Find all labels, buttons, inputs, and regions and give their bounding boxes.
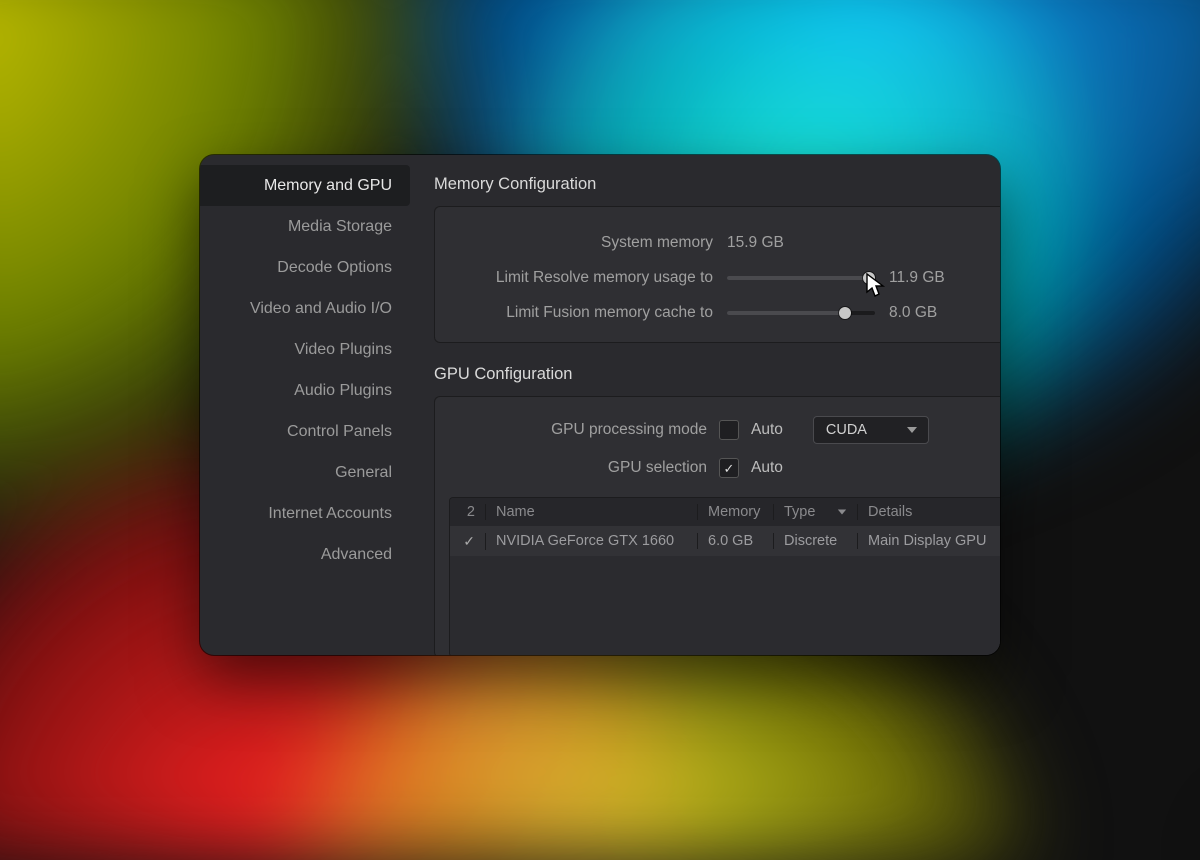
gpu-row-name: NVIDIA GeForce GTX 1660 xyxy=(486,533,698,549)
gpu-table-header-type-label: Type xyxy=(784,504,815,520)
gpu-selection-label: GPU selection xyxy=(449,459,707,477)
sidebar-item-decode-options[interactable]: Decode Options xyxy=(200,247,410,288)
memory-config-panel: System memory 15.9 GB Limit Resolve memo… xyxy=(434,206,1000,343)
resolve-memory-limit-label: Limit Resolve memory usage to xyxy=(455,269,713,287)
gpu-processing-mode-auto-checkbox[interactable] xyxy=(719,420,739,440)
fusion-memory-limit-label: Limit Fusion memory cache to xyxy=(455,304,713,322)
slider-knob-icon[interactable] xyxy=(863,272,875,284)
gpu-selection-auto-checkbox[interactable] xyxy=(719,458,739,478)
gpu-section-title: GPU Configuration xyxy=(434,365,1000,384)
gpu-table-header: 2 Name Memory Type Details xyxy=(450,498,1000,526)
slider-knob-icon[interactable] xyxy=(839,307,851,319)
sidebar-item-memory-and-gpu[interactable]: Memory and GPU xyxy=(200,165,410,206)
resolve-memory-limit-value: 11.9 GB xyxy=(889,269,953,287)
gpu-table-header-name[interactable]: Name xyxy=(486,504,698,520)
sidebar-item-internet-accounts[interactable]: Internet Accounts xyxy=(200,493,410,534)
memory-section-title: Memory Configuration xyxy=(434,175,1000,194)
sidebar-item-audio-plugins[interactable]: Audio Plugins xyxy=(200,370,410,411)
gpu-table-header-type[interactable]: Type xyxy=(774,504,858,520)
chevron-down-icon xyxy=(906,424,918,436)
sidebar-item-advanced[interactable]: Advanced xyxy=(200,534,410,575)
gpu-processing-mode-auto-label: Auto xyxy=(751,421,783,439)
preferences-main-panel: Memory Configuration System memory 15.9 … xyxy=(410,155,1000,655)
preferences-sidebar: Memory and GPU Media Storage Decode Opti… xyxy=(200,155,410,655)
sidebar-item-video-plugins[interactable]: Video Plugins xyxy=(200,329,410,370)
gpu-config-panel: GPU processing mode Auto CUDA GPU select… xyxy=(434,396,1000,655)
gpu-table: 2 Name Memory Type Details ✓ NVIDIA GeFo… xyxy=(449,497,1000,655)
gpu-table-header-memory[interactable]: Memory xyxy=(698,504,774,520)
system-memory-value: 15.9 GB xyxy=(727,234,791,252)
chevron-down-icon xyxy=(837,507,847,517)
fusion-memory-limit-value: 8.0 GB xyxy=(889,304,953,322)
gpu-table-empty-space xyxy=(450,556,1000,655)
gpu-row-type: Discrete xyxy=(774,533,858,549)
gpu-table-header-count[interactable]: 2 xyxy=(450,504,486,520)
system-memory-label: System memory xyxy=(455,234,713,252)
resolve-memory-limit-slider[interactable] xyxy=(727,276,875,280)
sidebar-item-control-panels[interactable]: Control Panels xyxy=(200,411,410,452)
gpu-processing-mode-dropdown-value: CUDA xyxy=(826,422,867,438)
gpu-table-header-details[interactable]: Details xyxy=(858,504,1000,520)
sidebar-item-general[interactable]: General xyxy=(200,452,410,493)
gpu-processing-mode-dropdown[interactable]: CUDA xyxy=(813,416,929,444)
preferences-window: Memory and GPU Media Storage Decode Opti… xyxy=(200,155,1000,655)
fusion-memory-limit-slider[interactable] xyxy=(727,311,875,315)
check-icon: ✓ xyxy=(463,533,475,550)
gpu-selection-auto-label: Auto xyxy=(751,459,783,477)
gpu-row-memory: 6.0 GB xyxy=(698,533,774,549)
sidebar-item-video-and-audio-io[interactable]: Video and Audio I/O xyxy=(200,288,410,329)
gpu-processing-mode-label: GPU processing mode xyxy=(449,421,707,439)
sidebar-item-media-storage[interactable]: Media Storage xyxy=(200,206,410,247)
gpu-row-details: Main Display GPU xyxy=(858,533,1000,549)
gpu-table-row[interactable]: ✓ NVIDIA GeForce GTX 1660 6.0 GB Discret… xyxy=(450,526,1000,556)
